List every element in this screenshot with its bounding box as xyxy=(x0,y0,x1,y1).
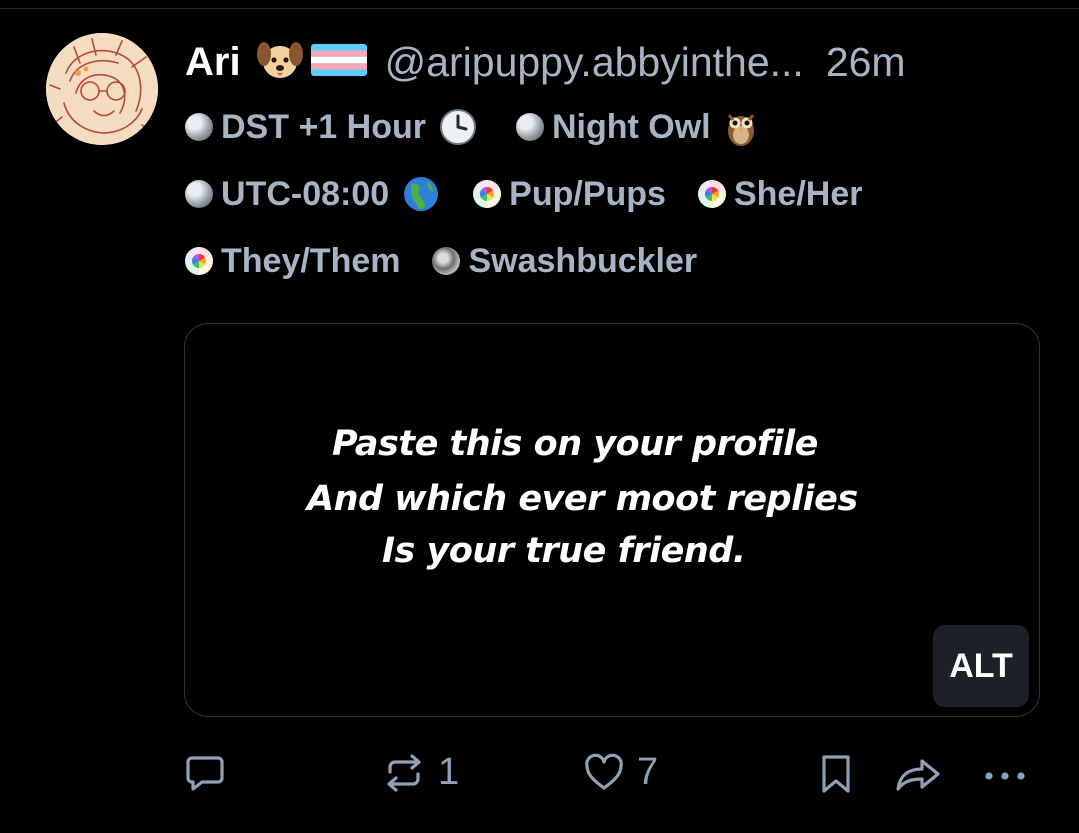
label-text: They/Them xyxy=(221,241,401,280)
label-row: They/Them Swashbuckler xyxy=(185,235,1045,287)
more-options-button[interactable] xyxy=(983,753,1027,795)
share-icon xyxy=(896,759,940,791)
bookmark-button[interactable] xyxy=(816,753,856,795)
image-text-line: And which ever moot replies xyxy=(307,479,858,519)
globe-badge-icon xyxy=(515,113,544,141)
label-swashbuckler[interactable]: Swashbuckler xyxy=(432,242,697,281)
swashbuckler-badge-icon xyxy=(432,247,461,275)
alt-text-button[interactable]: ALT xyxy=(933,625,1029,707)
repost-icon xyxy=(387,753,421,792)
image-text-line: Paste this on your profile xyxy=(332,424,818,464)
transgender-flag-icon xyxy=(310,40,367,85)
post-actions: 1 7 xyxy=(0,745,1079,809)
pride-badge-icon xyxy=(473,180,502,208)
repost-button[interactable]: 1 xyxy=(382,751,459,794)
bookmark-icon xyxy=(822,755,850,793)
label-they-them[interactable]: They/Them xyxy=(185,242,400,281)
reply-button[interactable] xyxy=(184,751,238,793)
more-horizontal-icon xyxy=(985,772,1025,780)
label-she-her[interactable]: She/Her xyxy=(697,174,863,214)
reply-icon xyxy=(186,756,224,791)
author-handle[interactable]: @aripuppy.abbyinthe... xyxy=(385,39,804,86)
label-row: UTC-08:00 Pup/Pups She/Her xyxy=(185,168,1045,220)
profile-labels: DST +1 Hour Night Owl UTC-08:00 Pup/Pups… xyxy=(185,101,1045,302)
earth-americas-icon xyxy=(401,174,441,214)
post-image[interactable]: Paste this on your profile And which eve… xyxy=(184,323,1040,717)
label-night-owl[interactable]: Night Owl xyxy=(515,107,759,147)
post-timestamp[interactable]: 26m xyxy=(826,39,906,86)
avatar[interactable] xyxy=(46,33,158,145)
label-text: DST +1 Hour xyxy=(221,107,426,146)
label-text: Swashbuckler xyxy=(468,241,698,280)
like-button[interactable]: 7 xyxy=(583,751,658,794)
pride-badge-icon xyxy=(185,247,213,275)
owl-icon xyxy=(723,107,759,147)
post-header: Ari @aripuppy.abbyinthe... 26m xyxy=(185,36,1045,88)
globe-badge-icon xyxy=(185,113,213,141)
heart-icon xyxy=(585,753,623,790)
label-text: UTC-08:00 xyxy=(221,174,390,213)
repost-count: 1 xyxy=(438,751,460,793)
label-text: Night Owl xyxy=(551,107,711,146)
label-text: Pup/Pups xyxy=(509,174,666,213)
avatar-illustration xyxy=(46,33,158,145)
label-row: DST +1 Hour Night Owl xyxy=(185,101,1045,153)
clock-icon xyxy=(438,107,478,147)
image-text-line: Is your true friend. xyxy=(382,531,746,571)
label-dst[interactable]: DST +1 Hour xyxy=(185,107,478,147)
name-emojis xyxy=(255,38,367,87)
author-name[interactable]: Ari xyxy=(185,40,241,85)
label-pup-pups[interactable]: Pup/Pups xyxy=(473,175,666,214)
like-count: 7 xyxy=(637,751,659,793)
globe-badge-icon xyxy=(185,180,213,208)
share-button[interactable] xyxy=(894,753,942,795)
dog-face-icon xyxy=(255,38,305,87)
label-text: She/Her xyxy=(733,174,863,213)
post[interactable]: Ari @aripuppy.abbyinthe... 26m DST +1 Ho… xyxy=(0,0,1079,833)
pride-badge-icon xyxy=(697,180,726,208)
label-utc[interactable]: UTC-08:00 xyxy=(185,174,441,214)
